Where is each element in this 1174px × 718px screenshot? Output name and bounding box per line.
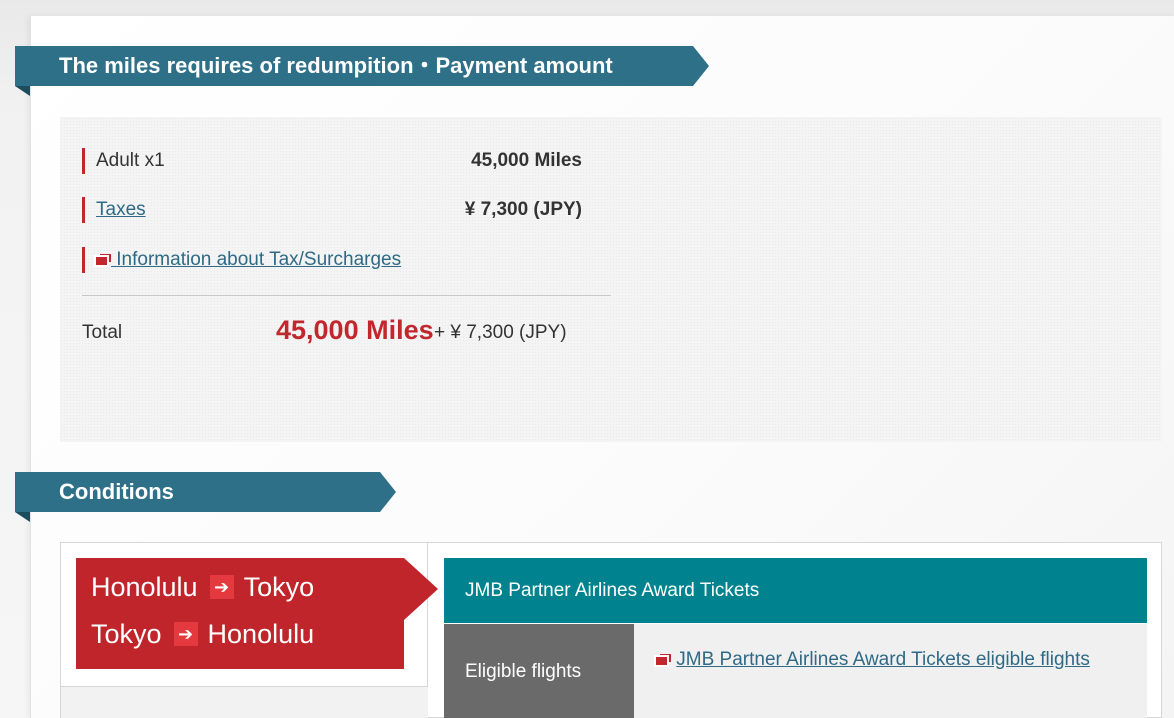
payment-summary-box: Adult x1 45,000 Miles Taxes ¥ 7,300 (JPY… (60, 117, 1162, 442)
route-return-from: Tokyo (91, 619, 162, 649)
conditions-table: Honolulu ➔ Tokyo Tokyo ➔ Honolulu JMB Partne… (60, 542, 1162, 718)
eligible-flights-label-cell: Eligible flights (444, 624, 634, 718)
route-cell-footer (61, 686, 428, 718)
adult-miles-value: 45,000 Miles (471, 150, 582, 171)
total-miles-value: 45,000 Miles (276, 315, 434, 345)
taxes-row: Taxes ¥ 7,300 (JPY) (82, 197, 582, 223)
taxes-link[interactable]: Taxes (96, 199, 146, 220)
total-divider (82, 295, 611, 296)
external-link-icon (94, 254, 111, 267)
adult-row: Adult x1 45,000 Miles (82, 148, 582, 174)
route-outbound-from: Honolulu (91, 572, 198, 602)
eligible-flights-label: Eligible flights (465, 661, 582, 682)
conditions-title: Conditions (59, 479, 174, 504)
award-type-label: JMB Partner Airlines Award Tickets (465, 580, 760, 601)
arrow-right-icon: ➔ (209, 575, 234, 599)
eligible-flights-link[interactable]: JMB Partner Airlines Award Tickets eligi… (676, 649, 1090, 670)
award-type-bar: JMB Partner Airlines Award Tickets (444, 558, 1147, 623)
total-label: Total (82, 322, 123, 343)
taxes-value: ¥ 7,300 (JPY) (464, 199, 582, 220)
miles-payment-title: The miles requires of redumpition・Paymen… (59, 53, 613, 78)
adult-label: Adult x1 (96, 150, 165, 171)
miles-payment-header: The miles requires of redumpition・Paymen… (15, 46, 709, 96)
route-outbound: Honolulu ➔ Tokyo (91, 572, 314, 603)
conditions-header: Conditions (15, 472, 396, 522)
route-cell: Honolulu ➔ Tokyo Tokyo ➔ Honolulu (61, 543, 438, 718)
route-outbound-to: Tokyo (243, 572, 315, 602)
route-return-to: Honolulu (207, 619, 315, 649)
route-box: Honolulu ➔ Tokyo Tokyo ➔ Honolulu (76, 558, 438, 669)
tax-surcharge-info-link[interactable]: Information about Tax/Surcharges (111, 249, 401, 270)
route-return: Tokyo ➔ Honolulu (91, 619, 314, 650)
total-tax-value: + ¥ 7,300 (JPY) (434, 322, 567, 343)
external-link-icon (654, 654, 671, 667)
arrow-right-icon: ➔ (173, 622, 198, 646)
tax-info-row: Information about Tax/Surcharges (82, 247, 582, 273)
eligible-flights-value-cell: JMB Partner Airlines Award Tickets eligi… (634, 624, 1147, 718)
